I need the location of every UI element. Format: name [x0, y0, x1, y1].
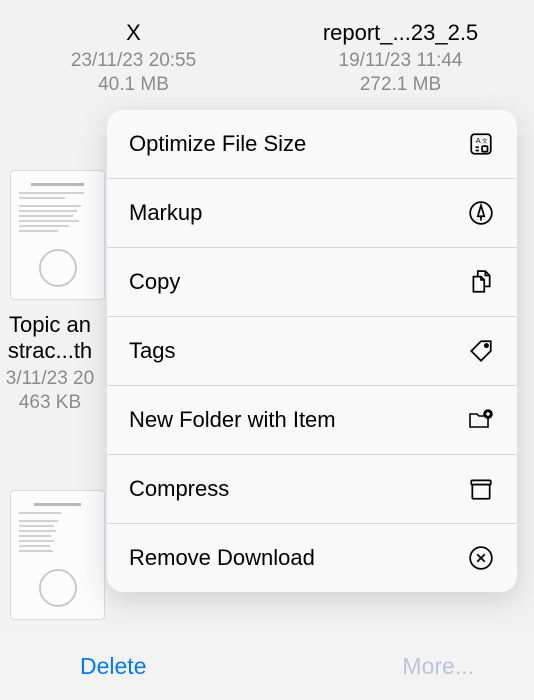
file-thumb-2[interactable] [0, 490, 110, 620]
svg-text:A: A [476, 136, 482, 145]
file-thumb-1[interactable] [0, 170, 100, 300]
menu-label: Optimize File Size [129, 131, 306, 157]
menu-new-folder[interactable]: New Folder with Item [107, 385, 517, 454]
file-item-2[interactable]: report_...23_2.5 19/11/23 11:44 272.1 MB [277, 0, 524, 96]
context-menu: Optimize File Size A 文 Markup Copy [107, 110, 517, 592]
file-name: report_...23_2.5 [323, 20, 478, 46]
more-button[interactable]: More... [402, 653, 474, 680]
menu-remove-download[interactable]: Remove Download [107, 523, 517, 592]
file-size: 40.1 MB [98, 74, 169, 96]
file-size: 463 KB [0, 392, 100, 414]
menu-label: Tags [129, 338, 175, 364]
file-item-1[interactable]: X 23/11/23 20:55 40.1 MB [10, 0, 257, 96]
menu-copy[interactable]: Copy [107, 247, 517, 316]
file-date: 3/11/23 20 [0, 368, 100, 390]
menu-markup[interactable]: Markup [107, 178, 517, 247]
file-date: 23/11/23 20:55 [71, 50, 196, 72]
file-grid: X 23/11/23 20:55 40.1 MB report_...23_2.… [0, 0, 534, 96]
new-folder-icon [467, 406, 495, 434]
compress-icon [467, 475, 495, 503]
menu-optimize-file-size[interactable]: Optimize File Size A 文 [107, 110, 517, 178]
file-item-3[interactable]: Topic an strac...th 3/11/23 20 463 KB [0, 312, 100, 414]
menu-tags[interactable]: Tags [107, 316, 517, 385]
menu-label: New Folder with Item [129, 407, 336, 433]
menu-compress[interactable]: Compress [107, 454, 517, 523]
markup-icon [467, 199, 495, 227]
tags-icon [467, 337, 495, 365]
file-size: 272.1 MB [360, 74, 441, 96]
svg-text:文: 文 [482, 137, 488, 145]
file-name-line2: strac...th [0, 338, 100, 364]
copy-icon [467, 268, 495, 296]
bottom-toolbar: Delete More... [0, 632, 534, 700]
file-name: X [126, 20, 141, 46]
menu-label: Remove Download [129, 545, 315, 571]
remove-download-icon [467, 544, 495, 572]
menu-label: Compress [129, 476, 229, 502]
optimize-icon: A 文 [467, 130, 495, 158]
file-name-line1: Topic an [0, 312, 100, 338]
delete-button[interactable]: Delete [80, 653, 146, 680]
menu-label: Copy [129, 269, 180, 295]
menu-label: Markup [129, 200, 202, 226]
file-date: 19/11/23 11:44 [339, 50, 463, 72]
